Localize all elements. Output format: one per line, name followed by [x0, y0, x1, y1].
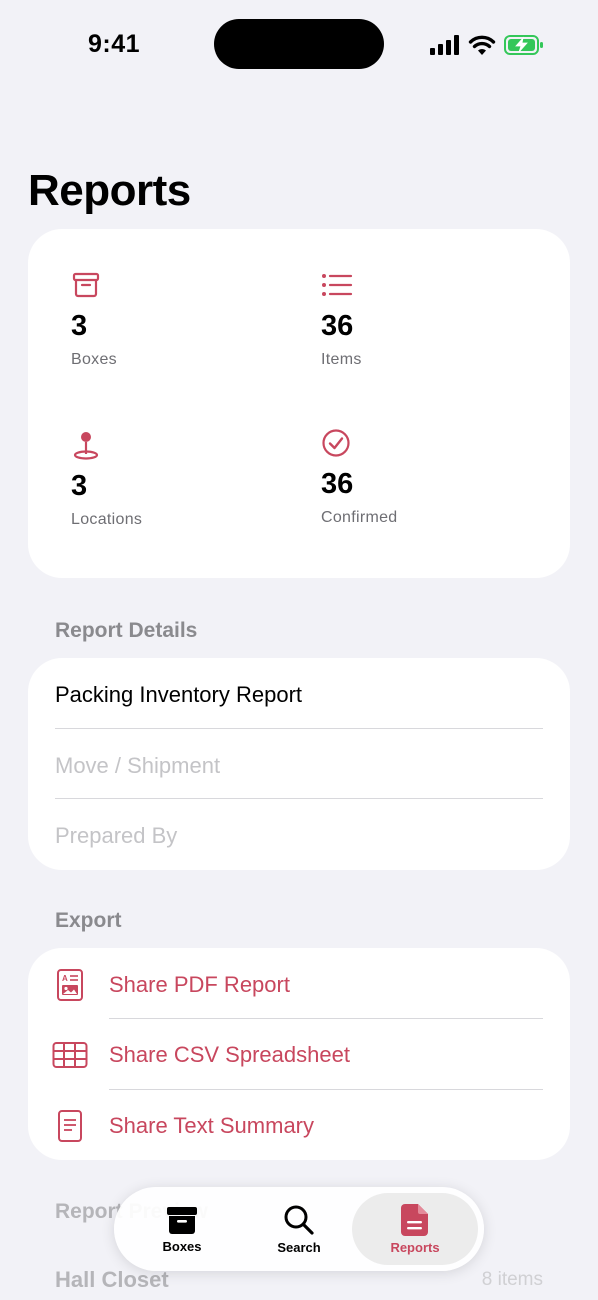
- share-pdf-label: Share PDF Report: [109, 972, 290, 997]
- svg-text:A: A: [62, 974, 68, 983]
- tab-bar: Boxes Search Reports: [114, 1187, 484, 1271]
- export-header: Export: [55, 909, 122, 932]
- wifi-icon: [468, 35, 496, 55]
- divider: [55, 728, 543, 729]
- summary-stats-card: 3 Boxes 36 Items 3 Locations 36 Confirme…: [28, 229, 570, 578]
- preview-row-count: 8 items: [481, 1269, 543, 1290]
- battery-charging-icon: [504, 35, 543, 55]
- stat-confirmed: 36 Confirmed: [321, 428, 521, 527]
- magnifier-icon: [284, 1205, 314, 1235]
- divider: [109, 1089, 543, 1090]
- stat-boxes: 3 Boxes: [71, 270, 271, 369]
- prepared-by-field[interactable]: Prepared By: [55, 823, 177, 849]
- stat-boxes-value: 3: [71, 310, 88, 342]
- share-pdf-button[interactable]: A Share PDF Report: [28, 950, 570, 1020]
- share-text-label: Share Text Summary: [109, 1113, 315, 1138]
- status-time: 9:41: [88, 30, 141, 58]
- move-shipment-field[interactable]: Move / Shipment: [55, 753, 220, 779]
- dynamic-island: [214, 19, 384, 69]
- share-csv-button[interactable]: Share CSV Spreadsheet: [28, 1020, 570, 1090]
- stat-items-value: 36: [321, 310, 354, 342]
- tab-reports-label: Reports: [390, 1239, 440, 1255]
- divider: [109, 1018, 543, 1019]
- text-document-icon: [52, 1108, 88, 1144]
- tab-boxes-label: Boxes: [162, 1238, 202, 1254]
- stat-confirmed-label: Confirmed: [321, 509, 398, 526]
- share-text-button[interactable]: Share Text Summary: [28, 1091, 570, 1161]
- archive-box-icon: [167, 1206, 197, 1234]
- share-csv-label: Share CSV Spreadsheet: [109, 1042, 350, 1067]
- spreadsheet-icon: [52, 1037, 88, 1073]
- export-card: A Share PDF Report Share CSV Spreadsheet: [28, 948, 570, 1160]
- tab-reports[interactable]: Reports: [352, 1193, 478, 1265]
- checkmark-circle-icon: [322, 429, 350, 457]
- document-icon: [401, 1203, 428, 1236]
- stat-confirmed-value: 36: [321, 468, 354, 500]
- report-details-card: Packing Inventory Report Move / Shipment…: [28, 658, 570, 870]
- stat-locations-label: Locations: [71, 511, 143, 528]
- list-icon: [322, 274, 353, 296]
- stat-items-label: Items: [321, 351, 362, 368]
- stat-locations: 3 Locations: [71, 430, 271, 529]
- tab-search-label: Search: [277, 1239, 321, 1255]
- signal-icon: [430, 35, 459, 55]
- map-pin-icon: [73, 432, 99, 460]
- stat-locations-value: 3: [71, 470, 88, 502]
- stat-boxes-label: Boxes: [71, 351, 117, 368]
- page-title: Reports: [28, 166, 191, 215]
- archive-box-icon: [72, 272, 100, 298]
- report-details-header: Report Details: [55, 619, 198, 642]
- tab-boxes[interactable]: Boxes: [132, 1187, 232, 1271]
- status-icons: [430, 32, 544, 58]
- report-title-field[interactable]: Packing Inventory Report: [55, 682, 302, 708]
- divider: [55, 798, 543, 799]
- status-bar: 9:41: [0, 0, 598, 90]
- tab-search[interactable]: Search: [249, 1187, 349, 1271]
- stat-items: 36 Items: [321, 270, 521, 369]
- pdf-document-icon: A: [52, 967, 88, 1003]
